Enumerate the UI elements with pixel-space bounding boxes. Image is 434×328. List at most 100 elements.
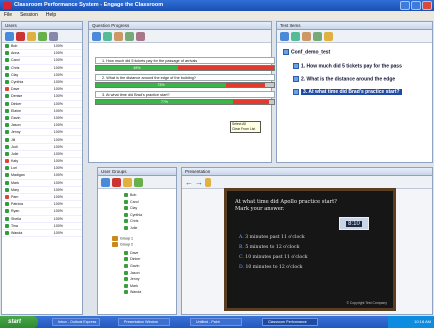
user-row[interactable]: Sheila 100%: [2, 216, 82, 223]
user-score: 100%: [53, 72, 63, 77]
close-button[interactable]: [422, 1, 432, 10]
group-member[interactable]: Chris: [124, 219, 138, 224]
run-icon[interactable]: [313, 31, 322, 41]
status-icon: [5, 180, 9, 185]
group-member[interactable]: Dave: [124, 251, 138, 255]
taskbar-item[interactable]: Classroom Performance: [262, 318, 318, 326]
user-row[interactable]: Dinker 100%: [2, 101, 82, 108]
group-folder[interactable]: Group 1: [112, 235, 133, 241]
filter-icon[interactable]: [38, 31, 47, 41]
question-progress-row[interactable]: 3. At what time did Brad's practice star…: [95, 91, 275, 105]
user-row[interactable]: Dave 100%: [2, 86, 82, 94]
user-row[interactable]: Chris 100%: [2, 65, 82, 72]
user-row[interactable]: Denise 100%: [2, 93, 82, 101]
group-member[interactable]: Jenny: [124, 277, 140, 282]
user-name: Elaine: [11, 108, 21, 113]
user-icon: [124, 226, 128, 231]
option-text: 3 minutes past 11 o'clock: [245, 235, 305, 240]
user-row[interactable]: Gavin 100%: [2, 115, 82, 123]
add-user-icon[interactable]: [5, 31, 14, 41]
group-member[interactable]: Julie: [124, 226, 137, 231]
edit-group-icon[interactable]: [123, 177, 132, 187]
taskbar-item[interactable]: Presentation Window: [118, 318, 170, 326]
group-member[interactable]: Clay: [124, 206, 138, 211]
option-letter: A.: [239, 235, 244, 240]
print-icon[interactable]: [136, 31, 145, 41]
tooltip-line-2[interactable]: Clear From List: [232, 127, 260, 132]
add-group-icon[interactable]: [101, 177, 110, 187]
menu-file[interactable]: File: [4, 11, 12, 20]
group-member[interactable]: Mark: [124, 284, 138, 288]
group-member[interactable]: Wanda: [124, 290, 141, 295]
user-row[interactable]: Jill 100%: [2, 136, 82, 144]
group-member[interactable]: Cynthia: [124, 213, 142, 217]
app-icon: [3, 2, 11, 9]
user-icon: [124, 277, 128, 282]
user-score: 100%: [53, 58, 63, 63]
open-icon[interactable]: [280, 31, 289, 41]
settings-icon[interactable]: [324, 31, 333, 41]
user-row[interactable]: Bob 100%: [2, 43, 82, 51]
grade-icon[interactable]: [125, 31, 134, 41]
user-row[interactable]: Carol 100%: [2, 57, 82, 65]
question-progress-row[interactable]: 1. How much did 5 tickets pay for the pa…: [95, 57, 275, 71]
group-member[interactable]: Carol: [124, 200, 139, 204]
group-member[interactable]: Gavin: [124, 264, 139, 269]
menu-help[interactable]: Help: [46, 11, 56, 20]
test-item-3[interactable]: 3. At what time did Brad's practice star…: [293, 89, 402, 96]
user-score: 100%: [53, 123, 63, 128]
minimize-button[interactable]: [400, 1, 410, 10]
taskbar-item[interactable]: Inbox - Outlook Express: [52, 318, 100, 326]
test-item-label: 2. What is the distance around the edge: [301, 76, 396, 83]
user-row[interactable]: Ryan 100%: [2, 208, 82, 216]
user-row[interactable]: Wanda 100%: [2, 230, 82, 238]
group-member[interactable]: Jason: [124, 271, 140, 275]
list-icon[interactable]: [114, 31, 123, 41]
edit-user-icon[interactable]: [27, 31, 36, 41]
user-row[interactable]: Clay 100%: [2, 72, 82, 79]
groups-panel-title: User Groups: [98, 168, 176, 176]
user-row[interactable]: Madigan 100%: [2, 172, 82, 180]
new-icon[interactable]: [291, 31, 300, 41]
chart-icon[interactable]: [103, 31, 112, 41]
user-row[interactable]: Julie 100%: [2, 151, 82, 158]
refresh-icon[interactable]: [92, 31, 101, 41]
user-row[interactable]: Lori 100%: [2, 165, 82, 173]
maximize-button[interactable]: [411, 1, 421, 10]
taskbar-item[interactable]: Untitled - Paint: [190, 318, 242, 326]
user-row[interactable]: Mary 100%: [2, 187, 82, 194]
user-row[interactable]: Pam 100%: [2, 194, 82, 202]
user-row[interactable]: Jenny 100%: [2, 129, 82, 137]
group-member[interactable]: Bob: [124, 193, 136, 198]
prev-arrow-icon[interactable]: ←: [185, 178, 193, 187]
user-row[interactable]: Mark 100%: [2, 180, 82, 187]
user-icon: [124, 290, 128, 295]
pointer-icon[interactable]: [205, 177, 211, 187]
question-progress-row[interactable]: 2. What is the distance around the edge …: [95, 74, 275, 88]
save-icon[interactable]: [302, 31, 311, 41]
status-icon: [5, 123, 9, 128]
user-row[interactable]: Patricia 100%: [2, 201, 82, 209]
test-tree-root[interactable]: Conf_demo_test: [283, 49, 330, 55]
user-score: 100%: [53, 209, 63, 214]
user-row[interactable]: Katy 100%: [2, 158, 82, 166]
user-row[interactable]: Cynthia 100%: [2, 79, 82, 87]
test-item-2[interactable]: 2. What is the distance around the edge: [293, 76, 395, 82]
user-row[interactable]: Elaine 100%: [2, 108, 82, 115]
assign-group-icon[interactable]: [134, 177, 143, 187]
group-member[interactable]: Dinker: [124, 257, 140, 262]
sort-icon[interactable]: [49, 31, 58, 41]
menu-session[interactable]: Session: [20, 11, 38, 20]
test-item-1[interactable]: 1. How much did 5 tickets pay for the pa…: [293, 63, 402, 69]
group-folder[interactable]: Group 2: [112, 242, 133, 248]
slide-footer: © Copyright Test Company: [346, 301, 387, 305]
user-row[interactable]: Anna 100%: [2, 50, 82, 58]
user-row[interactable]: Jodi 100%: [2, 144, 82, 151]
remove-user-icon[interactable]: [16, 31, 25, 41]
group-tree-label: Clay: [130, 206, 138, 211]
user-row[interactable]: Tina 100%: [2, 223, 82, 230]
next-arrow-icon[interactable]: →: [195, 178, 203, 187]
start-button[interactable]: start: [0, 316, 38, 328]
user-row[interactable]: Jason 100%: [2, 122, 82, 130]
delete-group-icon[interactable]: [112, 177, 121, 187]
